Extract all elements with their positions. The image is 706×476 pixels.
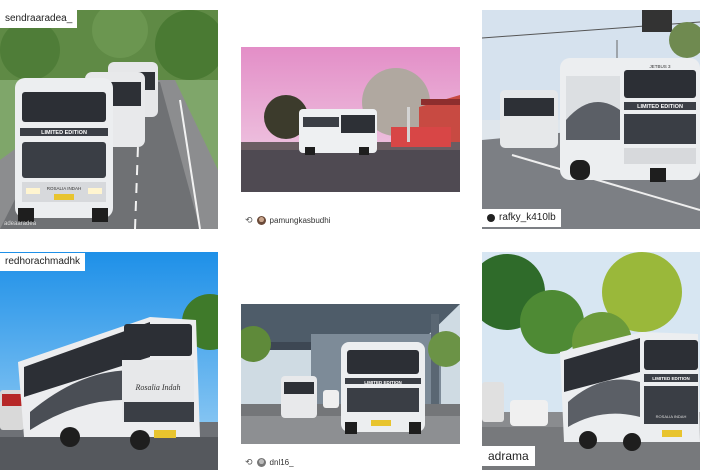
post-username-4[interactable]: redhorachmadhk: [0, 253, 86, 271]
post-tile-3[interactable]: LIMITED EDITION JETBUS 3 rafky_k410lb: [482, 10, 700, 229]
bus-rosalia-text: ROSALIA INDAH: [656, 414, 687, 419]
post-photo-4: Rosalia Indah: [0, 252, 218, 470]
caption-username[interactable]: pamungkasbudhi: [270, 216, 331, 225]
bus-limited-edition-text: LIMITED EDITION: [637, 104, 683, 110]
user-icon: [487, 214, 495, 222]
bus-limited-edition-text: LIMITED EDITION: [41, 130, 87, 136]
watermark: adeaaradea: [4, 221, 37, 227]
avatar-icon: [256, 458, 266, 467]
post-photo-3: LIMITED EDITION JETBUS 3: [482, 10, 700, 229]
post-username-1[interactable]: sendraaradea_: [0, 10, 78, 28]
post-username-6[interactable]: adrama: [482, 446, 535, 466]
bus-jetbus-text: JETBUS 3: [649, 64, 671, 69]
bus-rosalia-text: ROSALIA INDAH: [47, 186, 82, 191]
post-tile-2[interactable]: ⟲ pamungkasbudhi: [241, 10, 460, 229]
avatar-icon: [256, 216, 266, 225]
post-photo-6: LIMITED EDITION ROSALIA INDAH: [482, 252, 700, 470]
bus-limited-edition-text: LIMITED EDITION: [364, 380, 402, 385]
post-username-3[interactable]: rafky_k410lb: [482, 209, 561, 227]
post-tile-1[interactable]: LIMITED EDITION ROSALIA INDAH adeaaradea…: [0, 10, 218, 229]
post-tile-6[interactable]: LIMITED EDITION ROSALIA INDAH adrama: [482, 252, 700, 470]
post-tile-5[interactable]: LIMITED EDITION ⟲ dnl16_: [241, 252, 460, 470]
bus-limited-edition-text: LIMITED EDITION: [652, 376, 690, 381]
post-caption-2[interactable]: ⟲ pamungkasbudhi: [245, 216, 330, 225]
caption-username[interactable]: dnl16_: [270, 458, 294, 467]
post-photo-5: LIMITED EDITION: [241, 304, 460, 444]
post-photo-1: LIMITED EDITION ROSALIA INDAH adeaaradea: [0, 10, 218, 229]
repost-icon: ⟲: [245, 215, 253, 225]
username-text: rafky_k410lb: [499, 212, 556, 223]
post-caption-5[interactable]: ⟲ dnl16_: [245, 458, 294, 467]
bus-rosalia-text: Rosalia Indah: [134, 383, 180, 392]
post-photo-2: [241, 47, 460, 192]
post-tile-4[interactable]: Rosalia Indah redhorachmadhk: [0, 252, 218, 470]
repost-icon: ⟲: [245, 457, 253, 467]
